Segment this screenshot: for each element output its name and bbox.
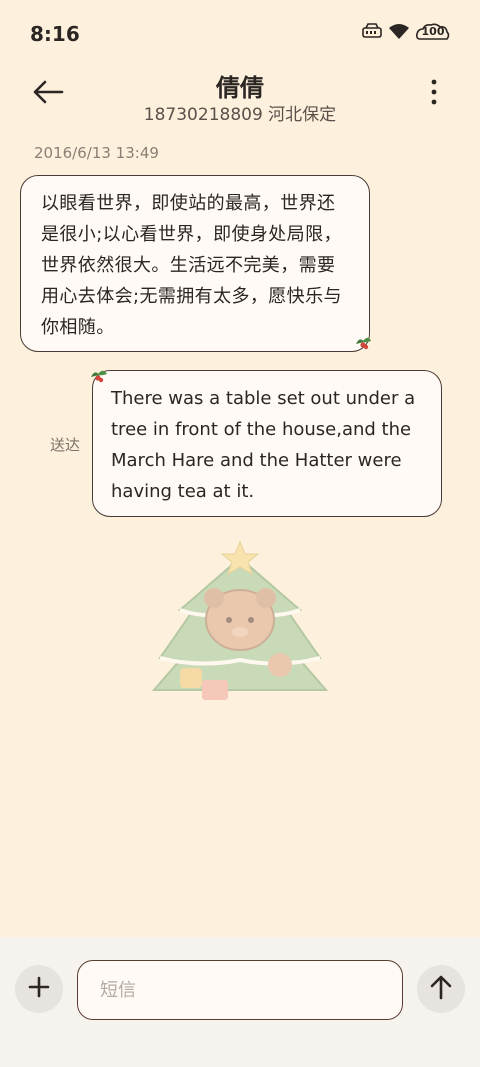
status-bar: 8:16 100 (0, 0, 480, 64)
message-timestamp: 2016/6/13 13:49 (34, 144, 159, 162)
nfc-icon (362, 23, 382, 43)
incoming-message-bubble[interactable]: 以眼看世界，即使站的最高，世界还是很小;以心看世界，即使身处局限，世界依然很大。… (20, 175, 370, 352)
conversation-header: 倩倩 18730218809 河北保定 (0, 64, 480, 128)
more-options-button[interactable] (422, 78, 446, 110)
battery-level: 100 (421, 25, 445, 38)
battery-icon: 100 (416, 23, 450, 43)
outgoing-message-text: There was a table set out under a tree i… (111, 388, 416, 502)
status-icons: 100 (362, 22, 450, 44)
status-time: 8:16 (30, 22, 80, 46)
holly-icon (90, 368, 108, 388)
contact-name[interactable]: 倩倩 (0, 68, 480, 103)
incoming-message-text: 以眼看世界，即使站的最高，世界还是很小;以心看世界，即使身处局限，世界依然很大。… (41, 193, 342, 338)
delivery-status: 送达 (50, 436, 81, 454)
plus-icon (28, 976, 50, 1002)
holly-icon (354, 334, 372, 354)
send-button[interactable] (417, 965, 465, 1013)
message-composer (0, 937, 480, 1067)
contact-number: 18730218809 河北保定 (143, 105, 337, 125)
message-input[interactable] (77, 960, 403, 1020)
add-attachment-button[interactable] (15, 965, 63, 1013)
outgoing-message-bubble[interactable]: There was a table set out under a tree i… (92, 370, 442, 517)
send-arrow-up-icon (430, 974, 452, 1004)
more-vertical-icon (431, 79, 437, 109)
wifi-icon (388, 22, 410, 44)
christmas-tree-bear-sticker (150, 540, 330, 710)
